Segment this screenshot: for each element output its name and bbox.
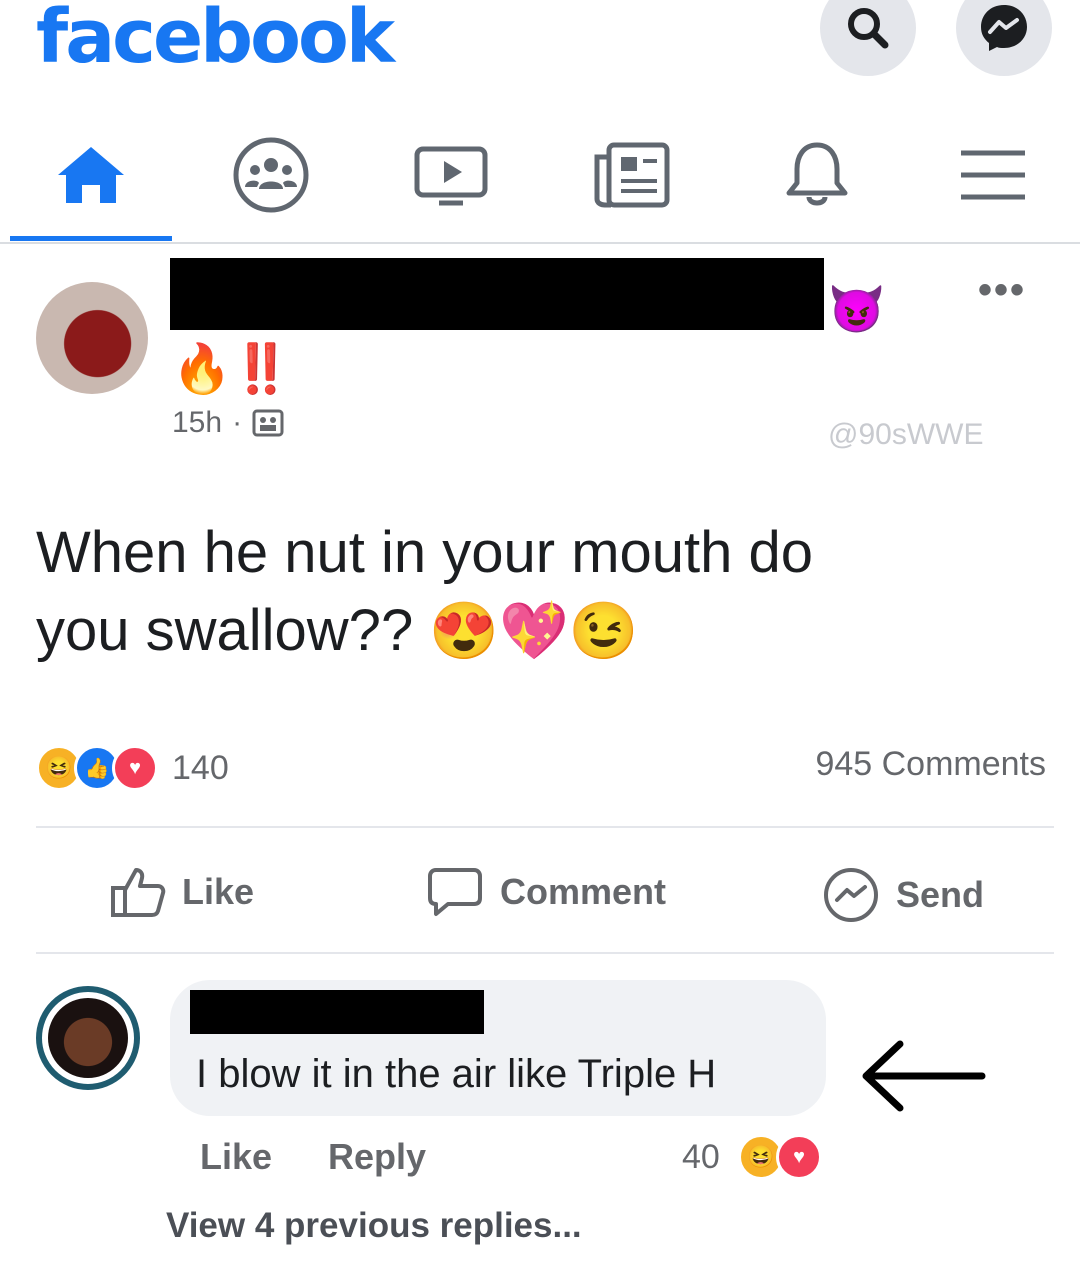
divider: [36, 826, 1054, 828]
comment-button[interactable]: Comment: [426, 866, 666, 918]
post-text-line2-words: you swallow??: [36, 598, 414, 663]
post-time: 15h: [172, 406, 223, 439]
redacted-author-name: [170, 258, 824, 330]
messenger-icon: [981, 5, 1027, 51]
nav-menu[interactable]: [948, 140, 1038, 210]
like-label: Like: [182, 871, 255, 912]
view-previous-replies-link[interactable]: View 4 previous replies...: [166, 1206, 582, 1246]
nav-home[interactable]: [46, 140, 136, 210]
nav-watch[interactable]: [406, 140, 496, 210]
bell-icon: [786, 142, 848, 206]
post-meta: 15h ·: [172, 406, 284, 440]
reaction-count: 140: [172, 748, 229, 787]
meta-separator: ·: [232, 406, 243, 439]
divider: [36, 952, 1054, 954]
comment-text: I blow it in the air like Triple H: [196, 1052, 717, 1096]
comment-reactions[interactable]: 😆 ♥: [738, 1134, 822, 1180]
home-icon: [58, 147, 124, 203]
post-text-line1: When he nut in your mouth do: [36, 520, 814, 585]
comment-icon: [428, 868, 482, 916]
search-icon: [848, 8, 889, 49]
love-reaction-icon: ♥: [112, 745, 158, 791]
arrow-icon: [858, 1038, 989, 1114]
post-text-line2: you swallow?? 😍💖😉: [36, 592, 1036, 670]
active-tab-indicator: [10, 236, 172, 241]
comment-like-button[interactable]: Like: [200, 1136, 272, 1178]
like-button[interactable]: Like: [110, 866, 254, 918]
devil-emoji: 😈: [828, 283, 886, 335]
thumbs-up-icon: [111, 868, 166, 917]
name-emojis: 🔥‼️: [172, 343, 292, 396]
reactions-summary[interactable]: 😆 👍 ♥ 140: [36, 745, 229, 791]
nav-notifications[interactable]: [772, 140, 862, 210]
friends-icon: [252, 409, 284, 437]
search-button[interactable]: [820, 0, 916, 76]
comment-label: Comment: [500, 871, 667, 912]
watch-icon: [414, 146, 488, 206]
author-avatar[interactable]: [36, 282, 148, 394]
commenter-photo: [48, 998, 128, 1078]
nav-news[interactable]: [586, 140, 676, 210]
nav-groups[interactable]: [226, 137, 316, 213]
watermark: @90sWWE: [828, 418, 984, 451]
send-label: Send: [896, 874, 985, 915]
messenger-button[interactable]: [956, 0, 1052, 76]
more-options-icon[interactable]: •••: [978, 268, 1026, 313]
nav-divider: [0, 242, 1080, 244]
send-button[interactable]: Send: [822, 866, 984, 924]
commenter-avatar[interactable]: [36, 986, 140, 1090]
comments-count[interactable]: 945 Comments: [815, 745, 1046, 784]
facebook-logo[interactable]: facebook: [36, 0, 395, 80]
post-body: When he nut in your mouth do you swallow…: [36, 514, 1036, 670]
messenger-send-icon: [824, 868, 878, 922]
comment-reaction-count[interactable]: 40: [682, 1138, 720, 1177]
comment-reply-button[interactable]: Reply: [328, 1136, 426, 1178]
groups-icon: [233, 137, 309, 213]
love-reaction-icon: ♥: [776, 1134, 822, 1180]
redacted-commenter-name: [190, 990, 484, 1034]
menu-icon: [961, 150, 1025, 200]
post-text-emojis: 😍💖😉: [429, 599, 639, 662]
news-icon: [594, 142, 670, 208]
